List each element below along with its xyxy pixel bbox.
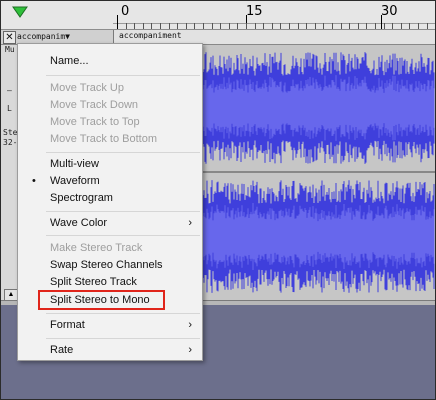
menu-item-label: Format xyxy=(50,319,85,331)
ruler-minor-tick xyxy=(203,23,204,29)
menu-item-wave-color[interactable]: Wave Color › xyxy=(18,214,202,232)
menu-item-swap-stereo-channels[interactable]: Swap Stereo Channels xyxy=(18,256,202,274)
ruler-minor-tick xyxy=(418,23,419,29)
menu-separator xyxy=(46,313,200,314)
menu-separator xyxy=(46,338,200,339)
ruler-minor-tick xyxy=(358,23,359,29)
checked-bullet-icon: • xyxy=(32,175,36,187)
ruler-minor-tick xyxy=(255,23,256,29)
menu-item-label: Waveform xyxy=(50,175,100,187)
ruler-minor-tick xyxy=(160,23,161,29)
ruler-minor-tick xyxy=(375,23,376,29)
ruler-label-30: 30 xyxy=(381,4,398,19)
ruler-minor-tick xyxy=(298,23,299,29)
ruler-minor-tick xyxy=(315,23,316,29)
menu-separator xyxy=(46,152,200,153)
play-head-icon[interactable] xyxy=(11,5,29,19)
menu-item-label: Move Track Up xyxy=(50,82,124,94)
pan-left-label: L xyxy=(7,104,12,113)
menu-item-rate[interactable]: Rate › xyxy=(18,341,202,359)
menu-item-label: Move Track Down xyxy=(50,99,139,111)
track-info-stereo: Ste xyxy=(3,128,18,137)
menu-item-label: Move Track to Bottom xyxy=(50,133,157,145)
ruler-minor-tick xyxy=(169,23,170,29)
ruler-minor-tick xyxy=(384,23,385,29)
audacity-window: 0 15 30 ✕ accompanim▼ Mu — L Ste 32- ▲ a… xyxy=(0,0,436,400)
ruler-minor-tick xyxy=(229,23,230,29)
menu-item-make-stereo-track[interactable]: Make Stereo Track xyxy=(18,239,202,257)
menu-item-move-track-to-bottom[interactable]: Move Track to Bottom xyxy=(18,130,202,148)
ruler-minor-tick xyxy=(289,23,290,29)
menu-item-move-track-up[interactable]: Move Track Up xyxy=(18,79,202,97)
track-name-dropdown[interactable]: accompanim▼ xyxy=(17,31,109,43)
track-context-menu: Name... Move Track Up Move Track Down Mo… xyxy=(17,43,203,361)
close-track-button[interactable]: ✕ xyxy=(3,31,16,44)
menu-item-label: Make Stereo Track xyxy=(50,242,143,254)
menu-item-waveform[interactable]: • Waveform xyxy=(18,172,202,190)
ruler-minor-tick xyxy=(306,23,307,29)
menu-item-label: Split Stereo Track xyxy=(50,276,137,288)
ruler-minor-tick xyxy=(134,23,135,29)
ruler-minor-tick xyxy=(272,23,273,29)
track-info-rate: 32- xyxy=(3,138,18,147)
ruler-minor-tick xyxy=(246,23,247,29)
menu-item-format[interactable]: Format › xyxy=(18,316,202,334)
timeline-ruler[interactable]: 0 15 30 xyxy=(1,1,435,30)
ruler-minor-tick xyxy=(126,23,127,29)
clip-name: accompaniment xyxy=(119,31,182,40)
ruler-label-0: 0 xyxy=(121,4,130,19)
ruler-minor-tick xyxy=(237,23,238,29)
ruler-major-tick xyxy=(117,15,118,29)
ruler-minor-tick xyxy=(409,23,410,29)
ruler-minor-tick xyxy=(151,23,152,29)
highlight-box xyxy=(38,290,165,310)
ruler-minor-tick xyxy=(341,23,342,29)
mute-button[interactable]: Mu xyxy=(5,45,15,54)
menu-item-move-track-down[interactable]: Move Track Down xyxy=(18,96,202,114)
ruler-minor-tick xyxy=(263,23,264,29)
ruler-minor-tick xyxy=(177,23,178,29)
ruler-minor-tick xyxy=(280,23,281,29)
ruler-minor-tick xyxy=(323,23,324,29)
gain-slider-stub[interactable]: — xyxy=(7,86,12,95)
submenu-arrow-icon: › xyxy=(188,319,192,331)
ruler-minor-tick xyxy=(401,23,402,29)
ruler-minor-tick xyxy=(212,23,213,29)
menu-separator xyxy=(46,211,200,212)
menu-item-label: Wave Color xyxy=(50,217,108,229)
menu-item-label: Multi-view xyxy=(50,158,99,170)
ruler-minor-tick xyxy=(194,23,195,29)
ruler-minor-tick xyxy=(220,23,221,29)
ruler-minor-tick xyxy=(186,23,187,29)
menu-item-label: Swap Stereo Channels xyxy=(50,259,163,271)
ruler-minor-tick xyxy=(366,23,367,29)
submenu-arrow-icon: › xyxy=(188,344,192,356)
ruler-minor-tick xyxy=(332,23,333,29)
ruler-label-15: 15 xyxy=(246,4,263,19)
menu-item-move-track-to-top[interactable]: Move Track to Top xyxy=(18,113,202,131)
submenu-arrow-icon: › xyxy=(188,217,192,229)
menu-item-label: Spectrogram xyxy=(50,192,113,204)
ruler-baseline xyxy=(113,23,435,24)
menu-item-spectrogram[interactable]: Spectrogram xyxy=(18,189,202,207)
menu-item-name[interactable]: Name... xyxy=(18,52,202,70)
menu-item-label: Name... xyxy=(50,55,89,67)
menu-separator xyxy=(46,75,200,76)
menu-item-label: Move Track to Top xyxy=(50,116,140,128)
menu-separator xyxy=(46,235,200,236)
menu-item-split-stereo-track[interactable]: Split Stereo Track xyxy=(18,273,202,291)
ruler-minor-tick xyxy=(143,23,144,29)
menu-item-label: Rate xyxy=(50,344,74,356)
ruler-minor-tick xyxy=(427,23,428,29)
menu-item-multi-view[interactable]: Multi-view xyxy=(18,155,202,173)
ruler-minor-tick xyxy=(349,23,350,29)
ruler-minor-tick xyxy=(392,23,393,29)
